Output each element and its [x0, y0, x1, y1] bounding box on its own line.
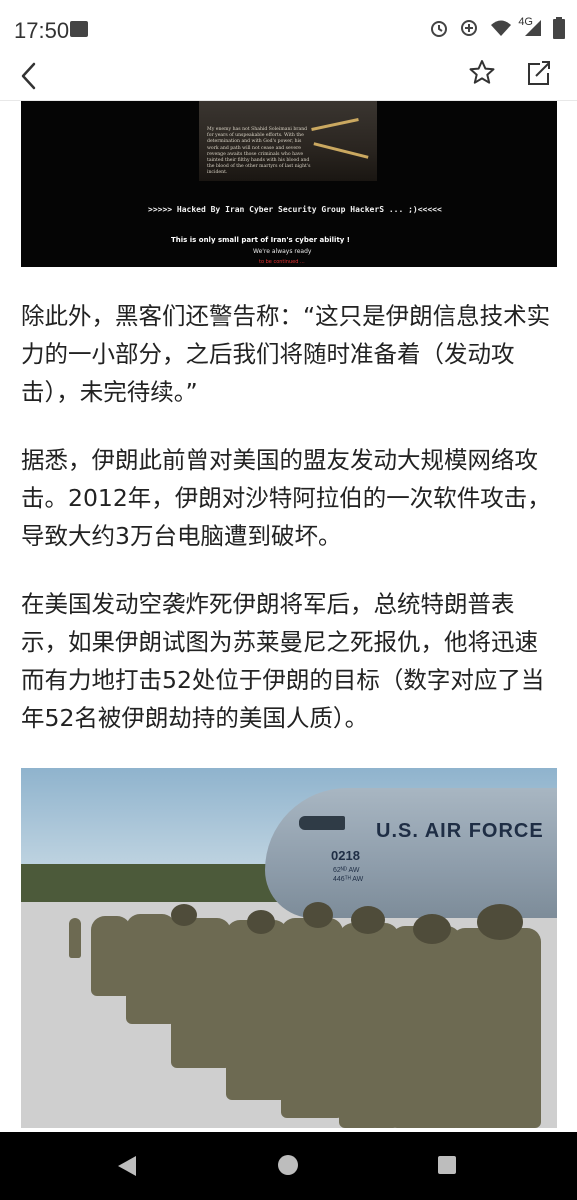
helmet: [247, 910, 275, 934]
helmet: [413, 914, 451, 944]
hack-note: This is only small part of Iran's cyber …: [171, 236, 350, 244]
aircraft: [265, 788, 557, 918]
article-paragraph: 除此外，黑客们还警告称：“这只是伊朗信息技术实力的一小部分，之后我们将随时准备着…: [21, 302, 551, 406]
helmet: [303, 902, 333, 928]
wifi-icon: [491, 20, 511, 36]
hack-continued: to be continued ...: [259, 259, 305, 265]
article-paragraph: 据悉，伊朗此前曾对美国的盟友发动大规模网络攻击。2012年，伊朗对沙特阿拉伯的一…: [21, 446, 551, 550]
helmet: [477, 904, 523, 940]
helmet: [351, 906, 385, 934]
system-nav-bar: [0, 1132, 577, 1200]
soldier: [339, 923, 399, 1128]
status-icons: [429, 14, 565, 42]
share-icon[interactable]: [524, 58, 552, 88]
article-paragraph: 在美国发动空袭炸死伊朗将军后，总统特朗普表示，如果伊朗试图为苏莱曼尼之死报仇，他…: [21, 590, 545, 732]
soldier: [91, 916, 131, 996]
hack-ready: We're always ready: [253, 248, 312, 255]
aircraft-wing-label: 62ᴺᴰ AW 446ᵀᴴ AW: [333, 866, 363, 884]
aircraft-wing-label-2: 446ᵀᴴ AW: [333, 876, 364, 883]
recents-square-icon[interactable]: [438, 1156, 456, 1174]
star-icon[interactable]: [468, 58, 496, 88]
soldier: [69, 918, 81, 958]
status-time: 17:50: [14, 18, 70, 43]
data-saver-icon: [461, 20, 477, 36]
nav-bar: [0, 56, 577, 101]
back-icon[interactable]: [16, 60, 44, 92]
helmet: [171, 904, 197, 926]
alarm-icon: [431, 21, 447, 37]
back-triangle-icon[interactable]: [116, 1154, 138, 1178]
hack-message-text: My enemy has not Shahid Soleimani brand …: [207, 127, 311, 176]
soldier: [281, 918, 343, 1118]
aircraft-number: 0218: [331, 848, 360, 863]
soldier: [451, 928, 541, 1128]
signal-icon: [525, 20, 541, 36]
home-circle-icon[interactable]: [278, 1155, 298, 1175]
soldier: [126, 914, 176, 1024]
image-icon: [70, 21, 88, 37]
battery-icon: [553, 17, 565, 39]
hacker-signature: >>>>> Hacked By Iran Cyber Security Grou…: [148, 205, 442, 214]
status-bar: 17:50 4G: [0, 0, 577, 56]
cockpit-window: [299, 816, 345, 830]
soldier: [226, 920, 288, 1100]
aircraft-wing-label-1: 62ᴺᴰ AW: [333, 867, 360, 874]
hacked-page-image: My enemy has not Shahid Soleimani brand …: [21, 101, 557, 267]
aircraft-lettering: U.S. AIR FORCE: [376, 820, 544, 842]
soldier: [171, 918, 231, 1068]
soldiers-plane-photo: U.S. AIR FORCE 0218 62ᴺᴰ AW 446ᵀᴴ AW: [21, 768, 557, 1128]
